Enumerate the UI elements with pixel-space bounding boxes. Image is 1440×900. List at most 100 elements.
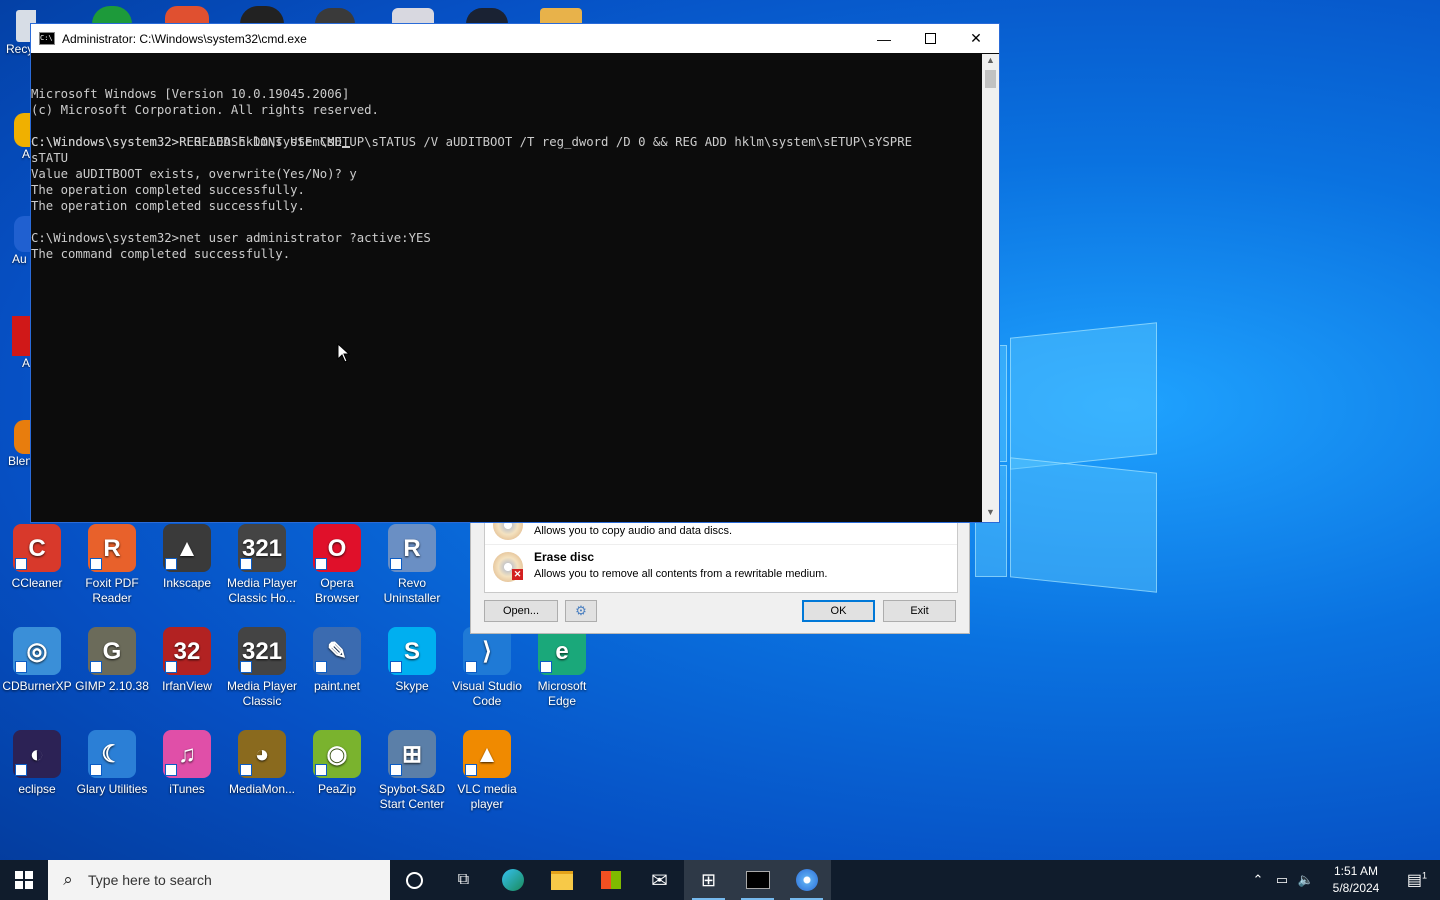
desktop-icon[interactable]: ⊞ Spybot-S&D Start Center bbox=[375, 730, 449, 812]
taskbar: ⌕ Type here to search ⧉ ✉ ⊞ ⌃ ▭ 🔈 1:51 A… bbox=[0, 860, 1440, 900]
taskbar-edge[interactable] bbox=[488, 860, 537, 900]
desktop-icon[interactable]: ♫ iTunes bbox=[150, 730, 224, 797]
app-icon: R bbox=[388, 524, 436, 572]
taskbar-cdburnerxp[interactable] bbox=[782, 860, 831, 900]
network-tray-icon[interactable]: ▭ bbox=[1270, 872, 1294, 888]
desktop-icon-label: Glary Utilities bbox=[76, 782, 148, 796]
search-icon: ⌕ bbox=[63, 870, 73, 889]
network-icon: ⊞ bbox=[700, 869, 717, 890]
desktop-icon[interactable]: R Foxit PDF Reader bbox=[75, 524, 149, 606]
desktop-icon-label: iTunes bbox=[169, 782, 205, 796]
desktop-icon[interactable]: 32 IrfanView bbox=[150, 627, 224, 694]
desktop-icon-label: VLC media player bbox=[457, 782, 517, 811]
settings-button[interactable]: ⚙ bbox=[565, 600, 597, 622]
cmd-title-bar[interactable]: C:\ Administrator: C:\Windows\system32\c… bbox=[31, 24, 999, 53]
minimize-button[interactable]: — bbox=[861, 24, 907, 53]
action-list[interactable]: Allows you to copy audio and data discs.… bbox=[484, 510, 958, 593]
show-hidden-icons-chevron-icon[interactable]: ⌃ bbox=[1246, 872, 1270, 888]
desktop-icon[interactable]: ☾ Glary Utilities bbox=[75, 730, 149, 797]
taskbar-file-explorer[interactable] bbox=[537, 860, 586, 900]
desktop-icon[interactable]: ◕ MediaMon... bbox=[225, 730, 299, 797]
mouse-pointer-icon bbox=[337, 343, 350, 363]
erase-x-icon: ✕ bbox=[512, 569, 523, 580]
app-icon: ▲ bbox=[163, 524, 211, 572]
desktop-icon[interactable]: ▲ Inkscape bbox=[150, 524, 224, 591]
ok-button[interactable]: OK bbox=[802, 600, 875, 622]
top-app-icon-1[interactable] bbox=[92, 6, 132, 24]
desktop-icon[interactable]: 321 Media Player Classic Ho... bbox=[225, 524, 299, 606]
maximize-button[interactable] bbox=[907, 24, 953, 53]
desktop-icon-label: CCleaner bbox=[11, 576, 63, 590]
open-button[interactable]: Open... bbox=[484, 600, 558, 622]
store-bag-icon bbox=[600, 871, 621, 889]
maximize-icon bbox=[924, 33, 936, 44]
scroll-up-icon[interactable]: ▲ bbox=[982, 55, 999, 69]
desktop-icon[interactable]: S Skype bbox=[375, 627, 449, 694]
desktop-icon[interactable]: G GIMP 2.10.38 bbox=[75, 627, 149, 694]
volume-muted-icon[interactable]: 🔈 bbox=[1294, 872, 1318, 888]
taskbar-store[interactable] bbox=[586, 860, 635, 900]
desktop-icon[interactable]: ◐ eclipse bbox=[0, 730, 74, 797]
top-app-icon-6[interactable] bbox=[466, 8, 508, 24]
taskbar-search-box[interactable]: ⌕ Type here to search bbox=[48, 860, 390, 900]
console-line: (c) Microsoft Corporation. All rights re… bbox=[31, 103, 379, 117]
app-icon: ⊞ bbox=[388, 730, 436, 778]
close-icon: ✕ bbox=[970, 30, 982, 46]
top-app-icon-3[interactable] bbox=[240, 6, 284, 24]
action-center-button[interactable]: ▤1 bbox=[1394, 870, 1440, 890]
desktop-icon-label: PeaZip bbox=[317, 782, 357, 796]
windows-start-icon bbox=[15, 871, 33, 889]
desktop-icon[interactable]: ▲ VLC media player bbox=[450, 730, 524, 812]
start-button[interactable] bbox=[0, 860, 48, 900]
top-app-icon-5[interactable] bbox=[392, 8, 434, 24]
top-app-icon-4[interactable] bbox=[315, 8, 355, 24]
clock[interactable]: 1:51 AM 5/8/2024 bbox=[1318, 863, 1394, 897]
desktop-icon-label: IrfanView bbox=[162, 679, 212, 693]
top-app-icon-7[interactable] bbox=[540, 8, 582, 24]
desktop-icon[interactable]: ◉ PeaZip bbox=[300, 730, 374, 797]
desktop-icon[interactable]: e Microsoft Edge bbox=[525, 627, 599, 709]
scroll-thumb[interactable] bbox=[985, 70, 996, 88]
desktop-icon-label: Opera Browser bbox=[314, 576, 359, 605]
desktop-icon[interactable]: C CCleaner bbox=[0, 524, 74, 591]
console-output[interactable]: Microsoft Windows [Version 10.0.19045.20… bbox=[31, 54, 982, 522]
taskbar-cmd[interactable] bbox=[733, 860, 782, 900]
desktop-icon[interactable]: ⟩ Visual Studio Code bbox=[450, 627, 524, 709]
taskbar-network-app[interactable]: ⊞ bbox=[684, 860, 733, 900]
cmd-window[interactable]: C:\ Administrator: C:\Windows\system32\c… bbox=[30, 23, 1000, 523]
desktop-icon-label: Media Player Classic bbox=[226, 679, 298, 708]
desktop-icon-label: MediaMon... bbox=[228, 782, 296, 796]
app-icon: ◎ bbox=[13, 627, 61, 675]
erase-disc-item[interactable]: ✕ Erase disc Allows you to remove all co… bbox=[485, 544, 957, 591]
clock-time: 1:51 AM bbox=[1333, 864, 1379, 878]
desktop-icon[interactable]: 321 Media Player Classic bbox=[225, 627, 299, 709]
scroll-down-icon[interactable]: ▼ bbox=[982, 507, 999, 521]
exit-button[interactable]: Exit bbox=[883, 600, 956, 622]
text-cursor bbox=[341, 146, 350, 148]
desktop-icon[interactable]: ✎ paint.net bbox=[300, 627, 374, 694]
taskbar-mail[interactable]: ✉ bbox=[635, 860, 684, 900]
task-view-button[interactable]: ⧉ bbox=[439, 860, 488, 900]
app-icon: ◉ bbox=[313, 730, 361, 778]
desktop-icon[interactable]: ◎ CDBurnerXP bbox=[0, 627, 74, 694]
desktop-icon[interactable]: O Opera Browser bbox=[300, 524, 374, 606]
app-icon: 32 bbox=[163, 627, 211, 675]
close-button[interactable]: ✕ bbox=[953, 24, 999, 53]
cortana-button[interactable] bbox=[390, 860, 439, 900]
vertical-scrollbar[interactable]: ▲ ▼ bbox=[982, 54, 999, 522]
desktop-icon-label: eclipse bbox=[18, 782, 56, 796]
app-icon: R bbox=[88, 524, 136, 572]
mail-icon: ✉ bbox=[651, 869, 668, 892]
top-app-icon-2[interactable] bbox=[165, 6, 209, 24]
app-icon: ◐ bbox=[13, 730, 61, 778]
notification-count: 1 bbox=[1422, 870, 1428, 881]
copy-disc-item[interactable]: Allows you to copy audio and data discs. bbox=[485, 510, 957, 542]
clock-date: 5/8/2024 bbox=[1332, 881, 1380, 895]
desktop-icon-label: paint.net bbox=[313, 679, 361, 693]
minimize-icon: — bbox=[877, 30, 891, 47]
desktop-icon[interactable]: R Revo Uninstaller bbox=[375, 524, 449, 606]
app-icon: ✎ bbox=[313, 627, 361, 675]
cdburner-taskbar-icon bbox=[795, 869, 818, 891]
desktop-icon-label: Skype bbox=[395, 679, 429, 693]
